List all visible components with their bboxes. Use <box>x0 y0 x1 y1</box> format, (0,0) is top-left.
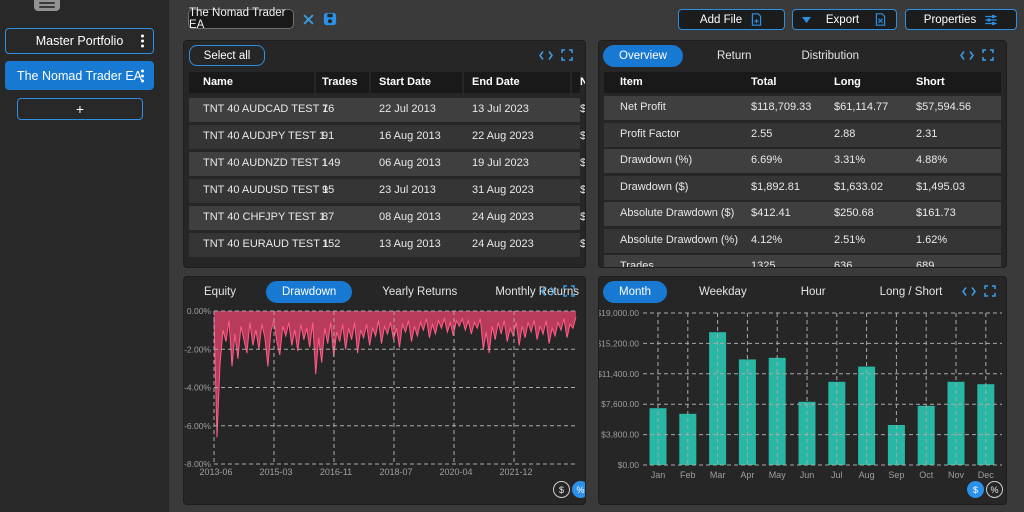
table-row[interactable]: TNT 40 EURAUD TEST 115213 Aug 201324 Aug… <box>189 233 580 257</box>
export-label: Export <box>826 14 859 26</box>
close-icon[interactable] <box>300 11 316 27</box>
tab-overview[interactable]: Overview <box>603 45 683 67</box>
plus-icon: + <box>76 101 84 117</box>
monthly-profit-chart: $19,000.00 $15,200.00 $11,400.00 $7,600.00 $… <box>599 277 1007 492</box>
svg-text:Sep: Sep <box>888 470 904 480</box>
bar <box>977 384 994 465</box>
angle-brackets-icon[interactable] <box>539 50 553 61</box>
svg-text:Apr: Apr <box>740 470 754 480</box>
column-header[interactable]: Item <box>620 76 643 88</box>
table-row[interactable]: TNT 40 AUDJPY TEST 19116 Aug 201322 Aug … <box>189 125 580 149</box>
add-file-label: Add File <box>700 14 742 26</box>
percent-toggle-button[interactable]: % <box>572 481 586 498</box>
svg-text:Aug: Aug <box>859 470 875 480</box>
table-row[interactable]: TNT 40 AUDUSD TEST 19523 Jul 201331 Aug … <box>189 179 580 203</box>
svg-text:Nov: Nov <box>948 470 965 480</box>
sidebar-item-nomad-trader[interactable]: The Nomad Trader EA <box>5 61 154 90</box>
bar <box>858 367 875 465</box>
dollar-toggle-button[interactable]: $ <box>553 481 570 498</box>
svg-text:$3,800.00: $3,800.00 <box>601 430 639 440</box>
svg-text:Jul: Jul <box>831 470 843 480</box>
svg-text:2018-07: 2018-07 <box>379 467 412 477</box>
table-row[interactable]: Net Profit$118,709.33$61,114.77$57,594.5… <box>604 96 1001 120</box>
column-header[interactable]: Short <box>916 76 945 88</box>
svg-text:$15,200.00: $15,200.00 <box>599 338 639 348</box>
svg-text:2020-04: 2020-04 <box>439 467 472 477</box>
kebab-icon[interactable] <box>141 67 144 84</box>
sliders-icon <box>984 13 998 27</box>
tab-return[interactable]: Return <box>701 45 768 67</box>
svg-text:-4.00%: -4.00% <box>184 383 211 393</box>
sidebar: Master Portfolio The Nomad Trader EA + <box>0 0 169 512</box>
add-file-icon <box>750 13 763 26</box>
menu-icon[interactable] <box>34 0 60 11</box>
table-row[interactable]: Drawdown ($)$1,892.81$1,633.02$1,495.03 <box>604 176 1001 200</box>
properties-button[interactable]: Properties <box>905 9 1017 30</box>
angle-brackets-icon[interactable] <box>960 50 974 61</box>
bar <box>828 382 845 465</box>
svg-text:-2.00%: -2.00% <box>184 344 211 354</box>
document-tab[interactable]: The Nomad Trader EA <box>188 9 294 29</box>
svg-text:Mar: Mar <box>710 470 726 480</box>
app-window: Master Portfolio The Nomad Trader EA + T… <box>0 0 1024 512</box>
svg-text:$7,600.00: $7,600.00 <box>601 399 639 409</box>
table-row[interactable]: Drawdown (%)6.69%3.31%4.88% <box>604 149 1001 173</box>
dollar-toggle-button[interactable]: $ <box>967 481 984 498</box>
svg-text:Dec: Dec <box>978 470 995 480</box>
table-row[interactable]: TNT 40 AUDCAD TEST 17622 Jul 201313 Jul … <box>189 98 580 122</box>
svg-text:2021-12: 2021-12 <box>499 467 532 477</box>
tab-distribution[interactable]: Distribution <box>785 45 875 67</box>
bar <box>888 425 905 465</box>
svg-text:2016-11: 2016-11 <box>320 467 352 477</box>
add-portfolio-button[interactable]: + <box>17 98 143 120</box>
bar <box>948 382 965 465</box>
fullscreen-icon[interactable] <box>561 49 573 61</box>
column-header[interactable]: Trades <box>322 76 357 88</box>
table-row[interactable]: TNT 40 CHFJPY TEST 18708 Aug 201324 Aug … <box>189 206 580 230</box>
caret-down-icon <box>802 17 811 23</box>
column-header[interactable]: Net <box>580 76 586 88</box>
monthly-panel: Month Weekday Hour Long / Short $19,000.… <box>598 276 1007 505</box>
table-row[interactable]: Absolute Drawdown ($)$412.41$250.68$161.… <box>604 202 1001 226</box>
sidebar-item-label: Master Portfolio <box>36 34 124 48</box>
svg-text:May: May <box>769 470 787 480</box>
percent-toggle-button[interactable]: % <box>986 481 1003 498</box>
table-row[interactable]: TNT 40 AUDNZD TEST 114906 Aug 201319 Jul… <box>189 152 580 176</box>
svg-text:-6.00%: -6.00% <box>184 421 211 431</box>
excel-file-icon <box>874 13 887 26</box>
svg-text:2013-06: 2013-06 <box>199 467 232 477</box>
svg-text:Oct: Oct <box>919 470 934 480</box>
sidebar-item-label: The Nomad Trader EA <box>17 69 142 83</box>
svg-text:$19,000.00: $19,000.00 <box>599 308 639 318</box>
table-row[interactable]: Profit Factor2.552.882.31 <box>604 123 1001 147</box>
stats-panel: Overview Return Distribution Item Total Lo… <box>598 40 1007 268</box>
files-panel: Select all Name Trades Start Date End Date N… <box>183 40 586 268</box>
save-icon[interactable] <box>322 11 338 27</box>
fullscreen-icon[interactable] <box>982 49 994 61</box>
svg-text:0.00%: 0.00% <box>187 306 212 316</box>
select-all-button[interactable]: Select all <box>189 45 265 66</box>
sidebar-item-master-portfolio[interactable]: Master Portfolio <box>5 28 154 54</box>
document-tab-label: The Nomad Trader EA <box>189 7 293 31</box>
properties-label: Properties <box>924 14 976 26</box>
svg-text:Feb: Feb <box>680 470 696 480</box>
drawdown-chart: 0.00%-2.00%-4.00%-6.00%-8.00%2013-062015… <box>184 277 586 482</box>
table-row[interactable]: Trades1325636689 <box>604 255 1001 268</box>
svg-text:2015-03: 2015-03 <box>259 467 292 477</box>
table-row[interactable]: Absolute Drawdown (%)4.12%2.51%1.62% <box>604 229 1001 253</box>
svg-text:$11,400.00: $11,400.00 <box>599 369 639 379</box>
column-header[interactable]: Long <box>834 76 861 88</box>
column-header[interactable]: Total <box>751 76 776 88</box>
export-button[interactable]: Export <box>792 9 897 30</box>
add-file-button[interactable]: Add File <box>678 9 785 30</box>
column-header[interactable]: End Date <box>472 76 520 88</box>
svg-text:Jun: Jun <box>800 470 815 480</box>
drawdown-panel: Equity Drawdown Yearly Returns Monthly R… <box>183 276 586 505</box>
column-header[interactable]: Name <box>203 76 233 88</box>
kebab-icon[interactable] <box>141 33 144 50</box>
svg-text:Jan: Jan <box>651 470 666 480</box>
svg-text:$0.00: $0.00 <box>618 460 640 470</box>
column-header[interactable]: Start Date <box>379 76 431 88</box>
